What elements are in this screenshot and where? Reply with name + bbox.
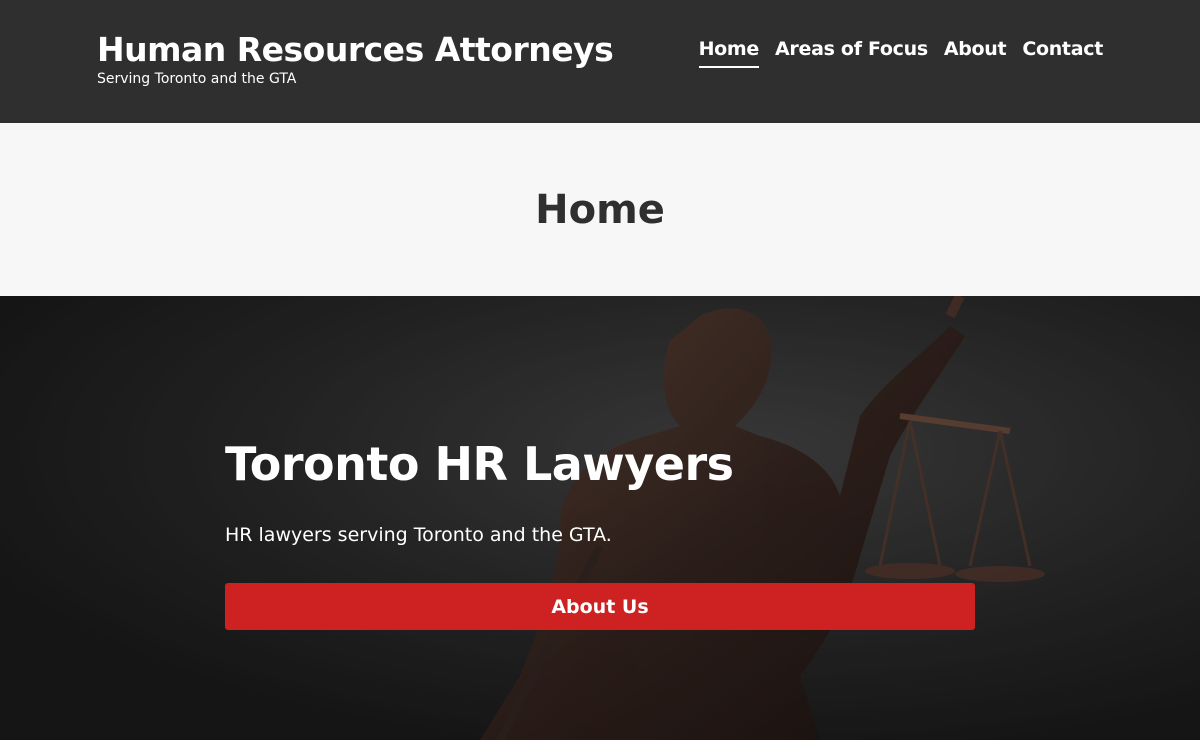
hero-content: Toronto HR Lawyers HR lawyers serving To…	[225, 436, 975, 630]
nav-item-home[interactable]: Home	[698, 36, 759, 68]
main-nav: Home Areas of Focus About Contact	[698, 36, 1103, 68]
about-us-button[interactable]: About Us	[225, 583, 975, 630]
hero-section: Toronto HR Lawyers HR lawyers serving To…	[0, 296, 1200, 740]
nav-item-contact[interactable]: Contact	[1022, 36, 1103, 68]
site-tagline: Serving Toronto and the GTA	[97, 71, 297, 87]
page-title: Home	[535, 186, 665, 233]
hero-heading: Toronto HR Lawyers	[225, 437, 734, 491]
brand: Human Resources Attorneys Serving Toront…	[97, 30, 614, 88]
nav-item-about[interactable]: About	[944, 36, 1007, 68]
site-header: Human Resources Attorneys Serving Toront…	[0, 0, 1200, 123]
hero-text: HR lawyers serving Toronto and the GTA.	[225, 524, 612, 546]
nav-item-areas-of-focus[interactable]: Areas of Focus	[775, 36, 928, 68]
site-title[interactable]: Human Resources Attorneys	[97, 30, 614, 70]
page-title-band: Home	[0, 123, 1200, 296]
